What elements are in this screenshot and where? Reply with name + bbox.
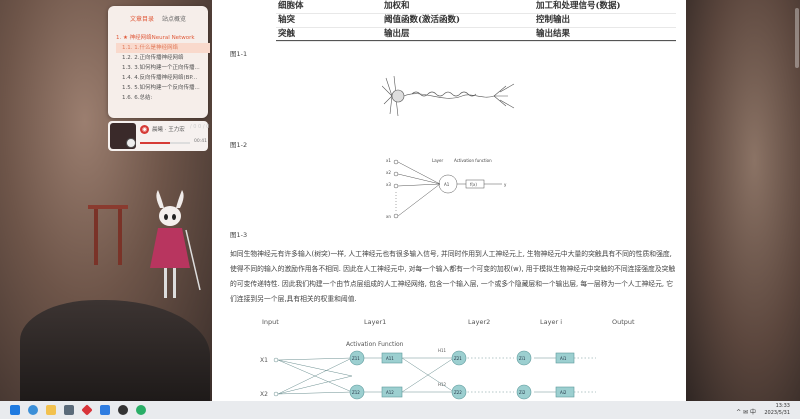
- progress-fill: [140, 142, 170, 144]
- table-bottom-rule: [276, 40, 676, 41]
- input-label: x2: [386, 170, 391, 175]
- input-label: x3: [386, 182, 391, 187]
- toc-tabs: 文章目录 站点概览: [108, 6, 208, 23]
- node-label: Z11: [352, 356, 360, 361]
- article-content: 细胞体 加权和 加工和处理信号(数据) 轴突 阈值函数(激活函数) 控制输出 突…: [212, 0, 686, 401]
- activation-function-label: Activation Function: [346, 341, 404, 348]
- node-label: Zi2: [519, 390, 526, 395]
- song-title: 晨曦 · 王力宏: [152, 127, 185, 133]
- app-red-icon[interactable]: [81, 404, 93, 416]
- player-decor-text: / 0 0 / 0: [190, 124, 210, 130]
- input-x1-label: X1: [260, 357, 268, 364]
- file-explorer-icon[interactable]: [46, 405, 56, 415]
- diagram-activation-label: Activation function: [454, 158, 492, 163]
- node-label: Z21: [454, 356, 462, 361]
- node-label: Z22: [454, 390, 462, 395]
- table-cell: 细胞体: [278, 1, 304, 11]
- multilayer-network-diagram: Input Layer1 Layer2 Layer i Output Activ…: [260, 318, 635, 400]
- layer-header: Input: [262, 318, 279, 326]
- toc-item[interactable]: 1.5. 5.如何构建一个反向传播...: [116, 83, 210, 93]
- netease-music-icon: ◉: [140, 125, 149, 134]
- table-cell: 加权和: [384, 1, 410, 11]
- game-skull-icon[interactable]: [118, 405, 128, 415]
- output-label: y: [504, 182, 507, 187]
- windows-start-icon[interactable]: [10, 405, 20, 415]
- taskbar-clock[interactable]: 13:33 2023/5/31: [764, 403, 790, 417]
- store-icon[interactable]: [64, 405, 74, 415]
- table-row: 轴突 阈值函数(激活函数) 控制输出: [276, 14, 676, 28]
- comparison-table: 细胞体 加权和 加工和处理信号(数据) 轴突 阈值函数(激活函数) 控制输出 突…: [276, 0, 676, 42]
- input-label: x1: [386, 158, 391, 163]
- input-x2-label: X2: [260, 391, 268, 398]
- node-label: Ai2: [560, 390, 567, 395]
- node-label: A11: [386, 356, 394, 361]
- figure-caption-1: 图1-1: [230, 50, 248, 58]
- single-neuron-diagram: Layer Activation function x1 x2 x3 xn A1…: [386, 158, 507, 219]
- toc-item[interactable]: 1.4. 4.反向传播神经网络(BP...: [116, 73, 210, 83]
- node-label: A12: [386, 390, 394, 395]
- neuron-illustration: [382, 75, 515, 117]
- layer-header: Layer1: [364, 318, 386, 326]
- table-cell: 控制输出: [536, 15, 571, 25]
- album-cover[interactable]: [110, 123, 136, 149]
- page-scrollbar[interactable]: [794, 0, 800, 401]
- table-row: 细胞体 加权和 加工和处理信号(数据): [276, 0, 676, 14]
- toc-item[interactable]: 1.3. 3.如何构建一个正向传播...: [116, 63, 210, 73]
- progress-bar[interactable]: [140, 142, 190, 144]
- toc-item[interactable]: 1.6. 6.总结:: [116, 93, 210, 103]
- edge-browser-icon[interactable]: [28, 405, 38, 415]
- diagram-layer-label: Layer: [432, 158, 444, 163]
- edge-label: H11: [438, 348, 447, 353]
- wallpaper-hornet-figure: [150, 190, 201, 298]
- table-cell: 阈值函数(激活函数): [384, 15, 461, 25]
- toc-item[interactable]: 1. ★ 神经网络Neural Network: [116, 33, 204, 43]
- toc-list: 1. ★ 神经网络Neural Network 1.1. 1.什么是神经网络 1…: [116, 33, 210, 103]
- scrollbar-thumb[interactable]: [795, 8, 799, 68]
- func-label: f(x): [470, 182, 477, 187]
- toc-item[interactable]: 1.2. 2.正向传播神经网络: [116, 53, 210, 63]
- wallpaper-right: [686, 0, 800, 401]
- toc-item[interactable]: 1.1. 1.什么是神经网络: [116, 43, 210, 53]
- system-tray[interactable]: ^ ✉ 中: [736, 407, 756, 416]
- node-label: Zi1: [519, 356, 526, 361]
- play-time: 00:41: [194, 139, 207, 144]
- figure-caption-3: 图1-3: [230, 231, 248, 239]
- wechat-icon[interactable]: [136, 405, 146, 415]
- tab-toc[interactable]: 文章目录: [130, 14, 154, 23]
- layer-header: Output: [612, 318, 635, 326]
- clock-time: 13:33: [775, 403, 790, 409]
- node-label: Ai1: [560, 356, 567, 361]
- wallpaper-torii: [88, 205, 128, 269]
- table-cell: 轴突: [278, 15, 296, 25]
- node-label: A1: [444, 182, 450, 187]
- toc-panel: 文章目录 站点概览 1. ★ 神经网络Neural Network 1.1. 1…: [108, 6, 210, 118]
- clock-date: 2023/5/31: [764, 410, 790, 416]
- figure-caption-2: 图1-2: [230, 141, 248, 149]
- windows-taskbar: ^ ✉ 中 13:33 2023/5/31: [0, 401, 800, 419]
- node-label: Z12: [352, 390, 360, 395]
- tab-site-overview[interactable]: 站点概览: [162, 14, 186, 23]
- article-paragraph: 如同生物神经元有许多输入(树突)一样, 人工神经元也有很多输入信号, 并同时作用…: [230, 250, 676, 303]
- input-label: xn: [386, 214, 391, 219]
- table-cell: 加工和处理信号(数据): [536, 1, 621, 11]
- layer-header: Layer i: [540, 318, 562, 326]
- layer-header: Layer2: [468, 318, 490, 326]
- todo-check-icon[interactable]: [100, 405, 110, 415]
